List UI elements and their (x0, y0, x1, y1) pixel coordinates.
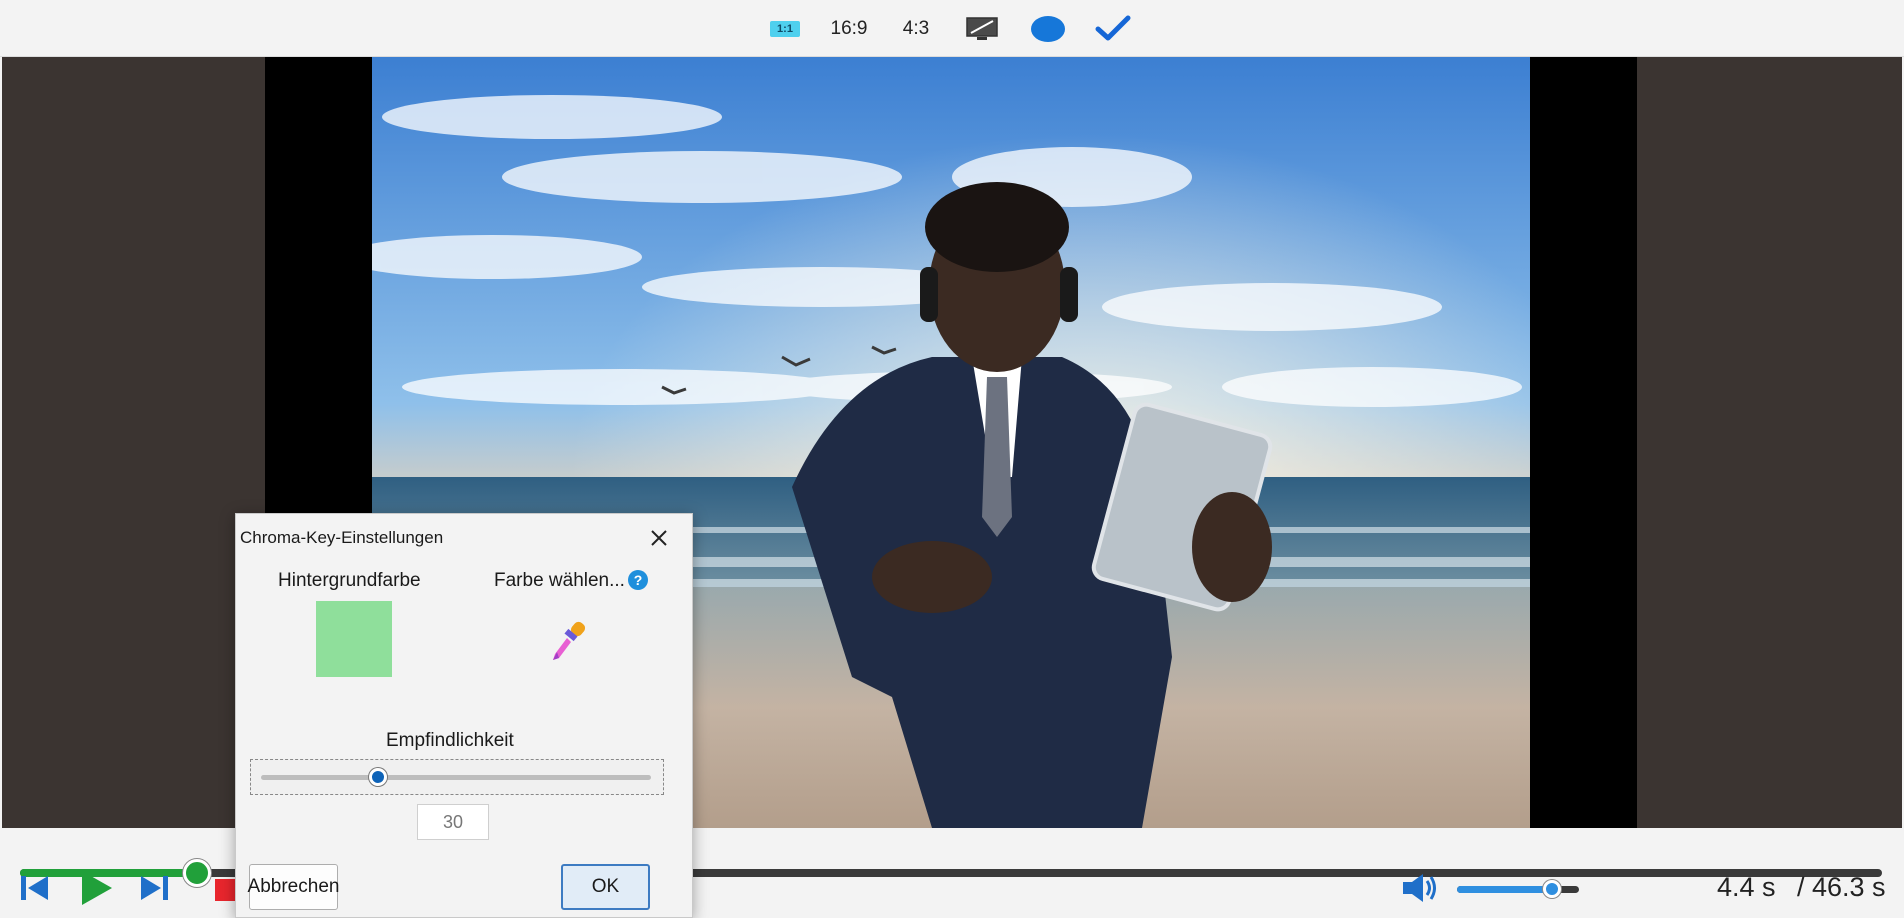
sensitivity-label: Empfindlichkeit (386, 730, 514, 751)
ratio-1-1-button[interactable]: 1:1 (768, 14, 802, 44)
step-back-icon[interactable] (15, 868, 55, 908)
sensitivity-slider[interactable] (250, 759, 664, 795)
ratio-1-1-label: 1:1 (770, 21, 800, 37)
sensitivity-value-field[interactable]: 30 (417, 804, 489, 840)
current-time: 4.4 s (1717, 872, 1776, 902)
background-color-label: Hintergrundfarbe (278, 570, 421, 591)
stop-icon[interactable] (205, 868, 235, 908)
ratio-16-9-button[interactable]: 16:9 (826, 14, 872, 44)
dialog-title: Chroma-Key-Einstellungen (240, 528, 444, 547)
play-icon[interactable] (76, 868, 116, 908)
monitor-icon[interactable] (962, 14, 1002, 44)
close-icon[interactable] (641, 520, 677, 556)
video-editor-window: 1:1 16:9 4:3 4.4 s / 46.3 s Chroma-Key-E… (0, 0, 1904, 918)
cancel-button[interactable]: Abbrechen (248, 864, 339, 910)
sensitivity-thumb[interactable] (369, 768, 387, 786)
sensitivity-track (261, 775, 651, 780)
checkmark-icon[interactable] (1093, 14, 1133, 44)
volume-fill (1457, 886, 1553, 893)
chroma-key-dialog: Chroma-Key-Einstellungen Hintergrundfarb… (235, 513, 693, 918)
help-icon[interactable]: ? (628, 570, 648, 590)
total-time: / 46.3 s (1797, 872, 1886, 902)
ok-button[interactable]: OK (561, 864, 650, 910)
volume-slider[interactable] (1457, 880, 1579, 898)
ratio-4-3-button[interactable]: 4:3 (896, 14, 936, 44)
pick-color-label[interactable]: Farbe wählen... (494, 570, 625, 592)
aspect-toolbar: 1:1 16:9 4:3 (0, 0, 1904, 57)
background-color-swatch[interactable] (316, 601, 392, 677)
eyedropper-icon[interactable] (549, 620, 589, 667)
step-forward-icon[interactable] (134, 868, 174, 908)
circle-icon[interactable] (1028, 14, 1068, 44)
speaker-icon[interactable] (1400, 868, 1440, 908)
